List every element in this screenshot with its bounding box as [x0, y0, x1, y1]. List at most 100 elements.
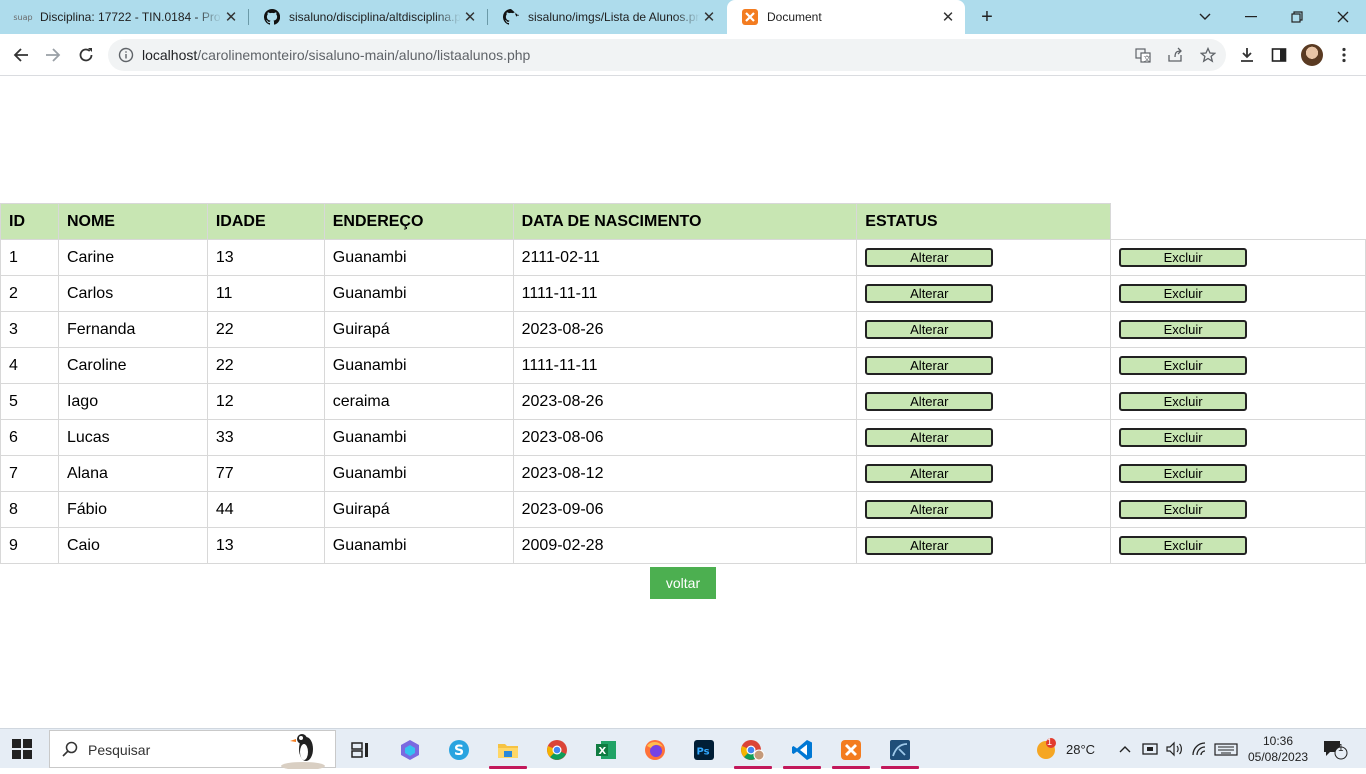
- alter-button[interactable]: Alterar: [865, 500, 994, 519]
- cell-idade: 12: [206, 383, 325, 420]
- share-icon[interactable]: [1166, 46, 1184, 64]
- cell-alterar: Alterar: [856, 455, 1112, 492]
- cell-endereco: Guanambi: [323, 239, 514, 276]
- delete-button[interactable]: Excluir: [1119, 464, 1248, 483]
- suap-icon: suap: [13, 12, 33, 22]
- clock-date: 05/08/2023: [1248, 750, 1309, 764]
- firefox-icon[interactable]: [635, 733, 675, 767]
- cell-alterar: Alterar: [856, 275, 1112, 312]
- alter-button[interactable]: Alterar: [865, 248, 994, 267]
- weather-widget[interactable]: 1 28°C: [1034, 729, 1095, 769]
- s-app-icon[interactable]: S: [439, 733, 479, 767]
- back-button[interactable]: voltar: [650, 567, 716, 599]
- column-header-nome: NOME: [57, 203, 208, 240]
- svg-text:Ps: Ps: [697, 747, 710, 758]
- table-row: 4 Caroline 22 Guanambi 1111-11-11 Alterar Excl…: [0, 347, 1366, 384]
- cell-excluir: Excluir: [1110, 239, 1366, 276]
- bookmark-star-icon[interactable]: [1199, 46, 1217, 64]
- reload-icon[interactable]: [71, 40, 101, 70]
- cell-alterar: Alterar: [856, 347, 1112, 384]
- taskbar-search-box[interactable]: Pesquisar: [49, 730, 336, 770]
- minimize-button[interactable]: [1228, 0, 1274, 34]
- alter-button[interactable]: Alterar: [865, 428, 994, 447]
- profile-avatar[interactable]: [1301, 44, 1323, 66]
- delete-button[interactable]: Excluir: [1119, 248, 1248, 267]
- cell-id: 4: [0, 347, 59, 384]
- close-icon[interactable]: ✕: [939, 8, 957, 26]
- alter-button[interactable]: Alterar: [865, 464, 994, 483]
- side-panel-icon[interactable]: [1269, 45, 1289, 65]
- cell-alterar: Alterar: [856, 419, 1112, 456]
- alter-button[interactable]: Alterar: [865, 320, 994, 339]
- volume-icon[interactable]: [1166, 729, 1184, 769]
- windows-start-icon[interactable]: [12, 739, 32, 759]
- cell-endereco: Guanambi: [323, 527, 514, 564]
- search-icon: [62, 741, 78, 762]
- cell-nome: Fernanda: [57, 311, 208, 348]
- chrome-icon[interactable]: [537, 733, 577, 767]
- alter-button[interactable]: Alterar: [865, 392, 994, 411]
- delete-button[interactable]: Excluir: [1119, 500, 1248, 519]
- search-placeholder: Pesquisar: [88, 742, 151, 758]
- download-icon[interactable]: [1237, 45, 1257, 65]
- site-info-icon[interactable]: [118, 47, 134, 63]
- notification-center-icon[interactable]: 1: [1322, 729, 1348, 769]
- windows-taskbar: Pesquisar S X Ps 1 28°C 10:36 05/08/2023…: [0, 728, 1366, 770]
- cell-excluir: Excluir: [1110, 419, 1366, 456]
- cell-nome: Iago: [57, 383, 208, 420]
- vscode-icon[interactable]: [782, 733, 822, 769]
- new-tab-button[interactable]: +: [975, 5, 999, 29]
- address-bar[interactable]: localhost/carolinemonteiro/sisaluno-main…: [108, 39, 1226, 71]
- translate-icon[interactable]: 文: [1134, 46, 1152, 64]
- excel-icon[interactable]: X: [586, 733, 626, 767]
- tab-document[interactable]: Document ✕: [727, 0, 965, 34]
- keyboard-icon[interactable]: [1214, 729, 1238, 769]
- cell-id: 3: [0, 311, 59, 348]
- close-icon[interactable]: ✕: [700, 8, 718, 26]
- cell-endereco: Guanambi: [323, 455, 514, 492]
- cell-idade: 22: [206, 347, 325, 384]
- alter-button[interactable]: Alterar: [865, 284, 994, 303]
- delete-button[interactable]: Excluir: [1119, 356, 1248, 375]
- delete-button[interactable]: Excluir: [1119, 392, 1248, 411]
- restore-button[interactable]: [1274, 0, 1320, 34]
- close-icon[interactable]: ✕: [222, 8, 240, 26]
- delete-button[interactable]: Excluir: [1119, 536, 1248, 555]
- file-explorer-icon[interactable]: [488, 733, 528, 769]
- wifi-icon[interactable]: [1191, 729, 1209, 769]
- tab-title: sisaluno/imgs/Lista de Alunos.pn: [528, 10, 700, 24]
- cell-nome: Lucas: [57, 419, 208, 456]
- delete-button[interactable]: Excluir: [1119, 428, 1248, 447]
- cell-nascimento: 2023-08-12: [512, 455, 858, 492]
- menu-kebab-icon[interactable]: [1334, 45, 1354, 65]
- back-arrow-icon[interactable]: [6, 40, 36, 70]
- cell-excluir: Excluir: [1110, 347, 1366, 384]
- mysql-workbench-icon[interactable]: [880, 733, 920, 769]
- cell-alterar: Alterar: [856, 311, 1112, 348]
- forward-arrow-icon[interactable]: [38, 40, 68, 70]
- url-text: localhost/carolinemonteiro/sisaluno-main…: [142, 47, 531, 63]
- network-drive-icon[interactable]: [1142, 729, 1160, 769]
- xampp-taskbar-icon[interactable]: [831, 733, 871, 769]
- chrome-profile-icon[interactable]: [733, 733, 773, 769]
- tab-search-icon[interactable]: [1182, 0, 1228, 34]
- system-clock[interactable]: 10:36 05/08/2023: [1248, 733, 1308, 765]
- tab-github-lista-alunos[interactable]: sisaluno/imgs/Lista de Alunos.pn ✕: [488, 0, 726, 34]
- column-header-idade: IDADE: [206, 203, 325, 240]
- delete-button[interactable]: Excluir: [1119, 320, 1248, 339]
- photoshop-icon[interactable]: Ps: [684, 733, 724, 767]
- show-hidden-icons-chevron-icon[interactable]: [1119, 729, 1131, 769]
- table-row: 3 Fernanda 22 Guirapá 2023-08-26 Alterar Exclu…: [0, 311, 1366, 348]
- cell-nascimento: 2023-08-26: [512, 311, 858, 348]
- copilot-icon[interactable]: [390, 733, 430, 767]
- cell-excluir: Excluir: [1110, 311, 1366, 348]
- alter-button[interactable]: Alterar: [865, 536, 994, 555]
- cell-nome: Alana: [57, 455, 208, 492]
- close-icon[interactable]: ✕: [461, 8, 479, 26]
- tab-suap[interactable]: suap Disciplina: 17722 - TIN.0184 - Pro …: [0, 0, 248, 34]
- tab-github-altdisciplina[interactable]: sisaluno/disciplina/altdisciplina.p ✕: [249, 0, 487, 34]
- close-window-button[interactable]: [1320, 0, 1366, 34]
- task-view-icon[interactable]: [340, 733, 380, 767]
- delete-button[interactable]: Excluir: [1119, 284, 1248, 303]
- alter-button[interactable]: Alterar: [865, 356, 994, 375]
